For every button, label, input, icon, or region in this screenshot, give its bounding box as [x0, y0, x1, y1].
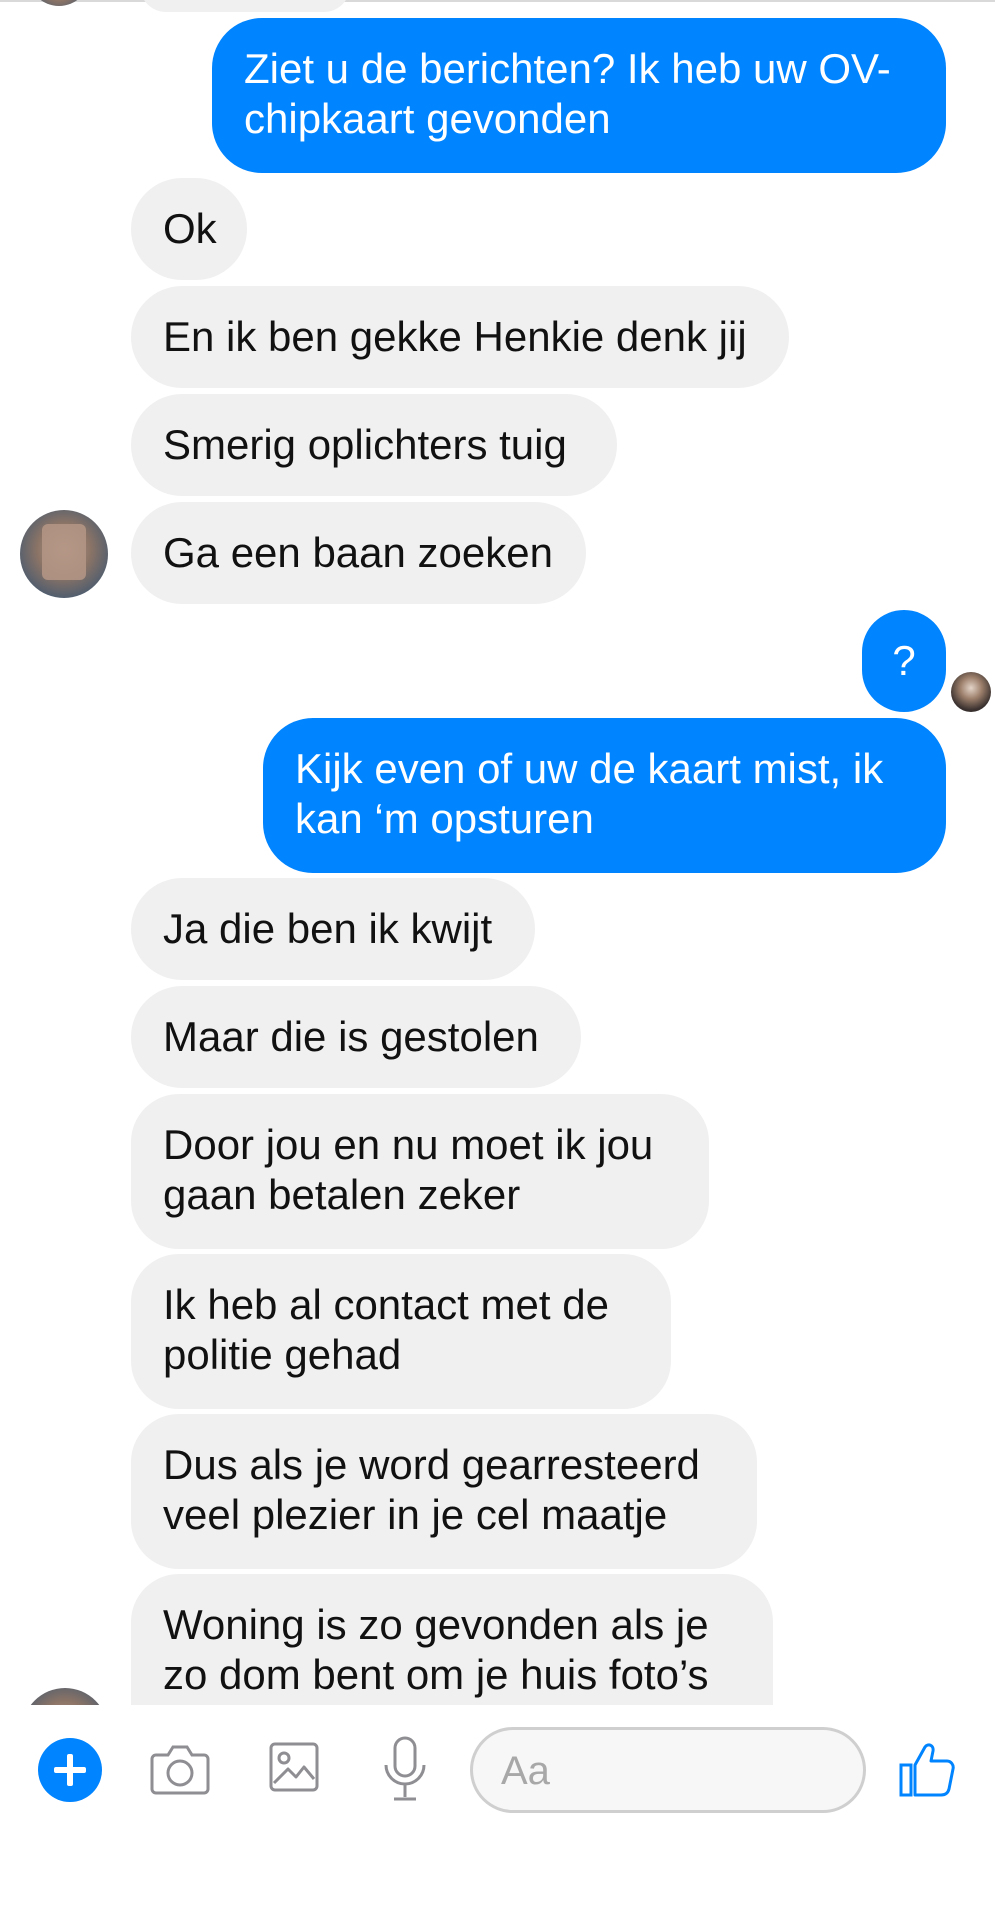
message-composer: Aa	[0, 1705, 995, 1920]
incoming-message-partial[interactable]	[140, 0, 350, 12]
image-icon-glyph	[269, 1742, 319, 1792]
message-input[interactable]: Aa	[470, 1727, 866, 1813]
message-input-placeholder: Aa	[501, 1749, 550, 1793]
plus-icon[interactable]	[38, 1738, 102, 1802]
incoming-message[interactable]: Dus als je word gearresteerd veel plezie…	[131, 1414, 757, 1569]
incoming-message[interactable]: Ja die ben ik kwijt	[131, 878, 535, 980]
incoming-message[interactable]: Woning is zo gevonden als je zo dom bent…	[131, 1574, 773, 1705]
plus-icon-glyph	[54, 1754, 86, 1786]
message-text: Dus als je word gearresteerd veel plezie…	[163, 1441, 700, 1538]
read-receipt-avatar	[951, 672, 991, 712]
message-text: Ik heb al contact met de politie gehad	[163, 1281, 609, 1378]
blurred-face	[42, 524, 86, 580]
incoming-message[interactable]: Smerig oplichters tuig	[131, 394, 617, 496]
incoming-message[interactable]: En ik ben gekke Henkie denk jij	[131, 286, 789, 388]
message-text: Maar die is gestolen	[163, 1013, 539, 1060]
camera-icon[interactable]	[150, 1741, 210, 1797]
contact-avatar[interactable]	[20, 510, 108, 598]
message-text: Door jou en nu moet ik jou gaan betalen …	[163, 1121, 654, 1218]
message-thread[interactable]: Ziet u de berichten? Ik heb uw OV-chipka…	[0, 0, 995, 1705]
thumbs-up-icon[interactable]	[898, 1741, 956, 1799]
incoming-message[interactable]: Maar die is gestolen	[131, 986, 581, 1088]
message-text: Woning is zo gevonden als je zo dom bent…	[163, 1601, 709, 1698]
image-icon[interactable]	[268, 1741, 320, 1793]
message-text: Smerig oplichters tuig	[163, 421, 567, 468]
contact-avatar-bottom[interactable]	[22, 1688, 108, 1705]
camera-icon-glyph	[150, 1745, 210, 1795]
message-text: En ik ben gekke Henkie denk jij	[163, 313, 747, 360]
incoming-message[interactable]: Door jou en nu moet ik jou gaan betalen …	[131, 1094, 709, 1249]
message-text: ?	[892, 637, 916, 684]
message-text: Ga een baan zoeken	[163, 529, 553, 576]
message-text: Ziet u de berichten? Ik heb uw OV-chipka…	[244, 45, 891, 142]
incoming-message[interactable]: Ga een baan zoeken	[131, 502, 586, 604]
thumbs-up-icon-glyph	[899, 1743, 955, 1797]
outgoing-message[interactable]: Ziet u de berichten? Ik heb uw OV-chipka…	[212, 18, 946, 173]
incoming-message[interactable]: Ik heb al contact met de politie gehad	[131, 1254, 671, 1409]
message-text: Ja die ben ik kwijt	[163, 905, 493, 952]
message-text: Ok	[163, 205, 217, 252]
outgoing-message[interactable]: Kijk even of uw de kaart mist, ik kan ‘m…	[263, 718, 946, 873]
incoming-message[interactable]: Ok	[131, 178, 247, 280]
outgoing-message[interactable]: ?	[862, 610, 946, 712]
contact-avatar-top[interactable]	[28, 0, 90, 6]
microphone-icon-glyph	[384, 1736, 426, 1801]
microphone-icon[interactable]	[382, 1735, 428, 1805]
message-text: Kijk even of uw de kaart mist, ik kan ‘m…	[295, 745, 884, 842]
